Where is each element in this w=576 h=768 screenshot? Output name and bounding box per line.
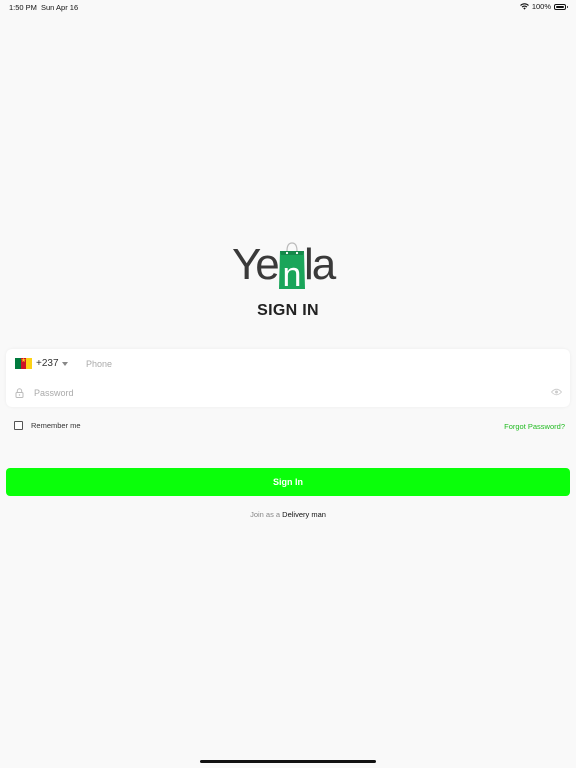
- phone-input[interactable]: [84, 355, 558, 373]
- join-prefix: Join as a: [250, 510, 283, 519]
- country-code[interactable]: +237: [36, 358, 59, 369]
- shopping-bag-icon: n: [279, 242, 305, 289]
- page-title: SIGN IN: [257, 302, 319, 319]
- wifi-icon: [519, 3, 529, 10]
- forgot-password-link[interactable]: Forgot Password?: [504, 422, 565, 431]
- lock-icon: [15, 388, 24, 398]
- remember-me-label[interactable]: Remember me: [31, 421, 81, 430]
- flag-cameroon-icon[interactable]: [15, 357, 33, 369]
- status-date: Sun Apr 16: [41, 3, 79, 12]
- login-form: +237: [6, 349, 570, 407]
- battery-percent: 100%: [531, 2, 551, 11]
- logo-text-right: la: [304, 240, 336, 289]
- phone-row: +237: [6, 349, 570, 378]
- password-input[interactable]: [32, 384, 536, 402]
- logo-text-left: Ye: [232, 240, 280, 289]
- sign-in-button[interactable]: Sign In: [6, 468, 570, 496]
- home-indicator[interactable]: [200, 760, 376, 763]
- status-time: 1:50 PM: [9, 3, 37, 12]
- join-row: Join as a Delivery man: [0, 510, 576, 519]
- status-right: 100%: [519, 2, 568, 11]
- battery-icon: [554, 3, 568, 10]
- chevron-down-icon[interactable]: [62, 362, 68, 366]
- remember-me-checkbox[interactable]: [14, 421, 23, 430]
- logo-bag-letter: n: [283, 256, 302, 289]
- eye-icon[interactable]: [551, 388, 562, 396]
- status-bar: 1:50 PM Sun Apr 16 100%: [0, 0, 576, 14]
- delivery-man-link[interactable]: Delivery man: [282, 510, 326, 519]
- remember-me-row: Remember me: [14, 421, 81, 430]
- app-logo: Ye n la: [228, 238, 350, 292]
- password-row: [6, 378, 570, 407]
